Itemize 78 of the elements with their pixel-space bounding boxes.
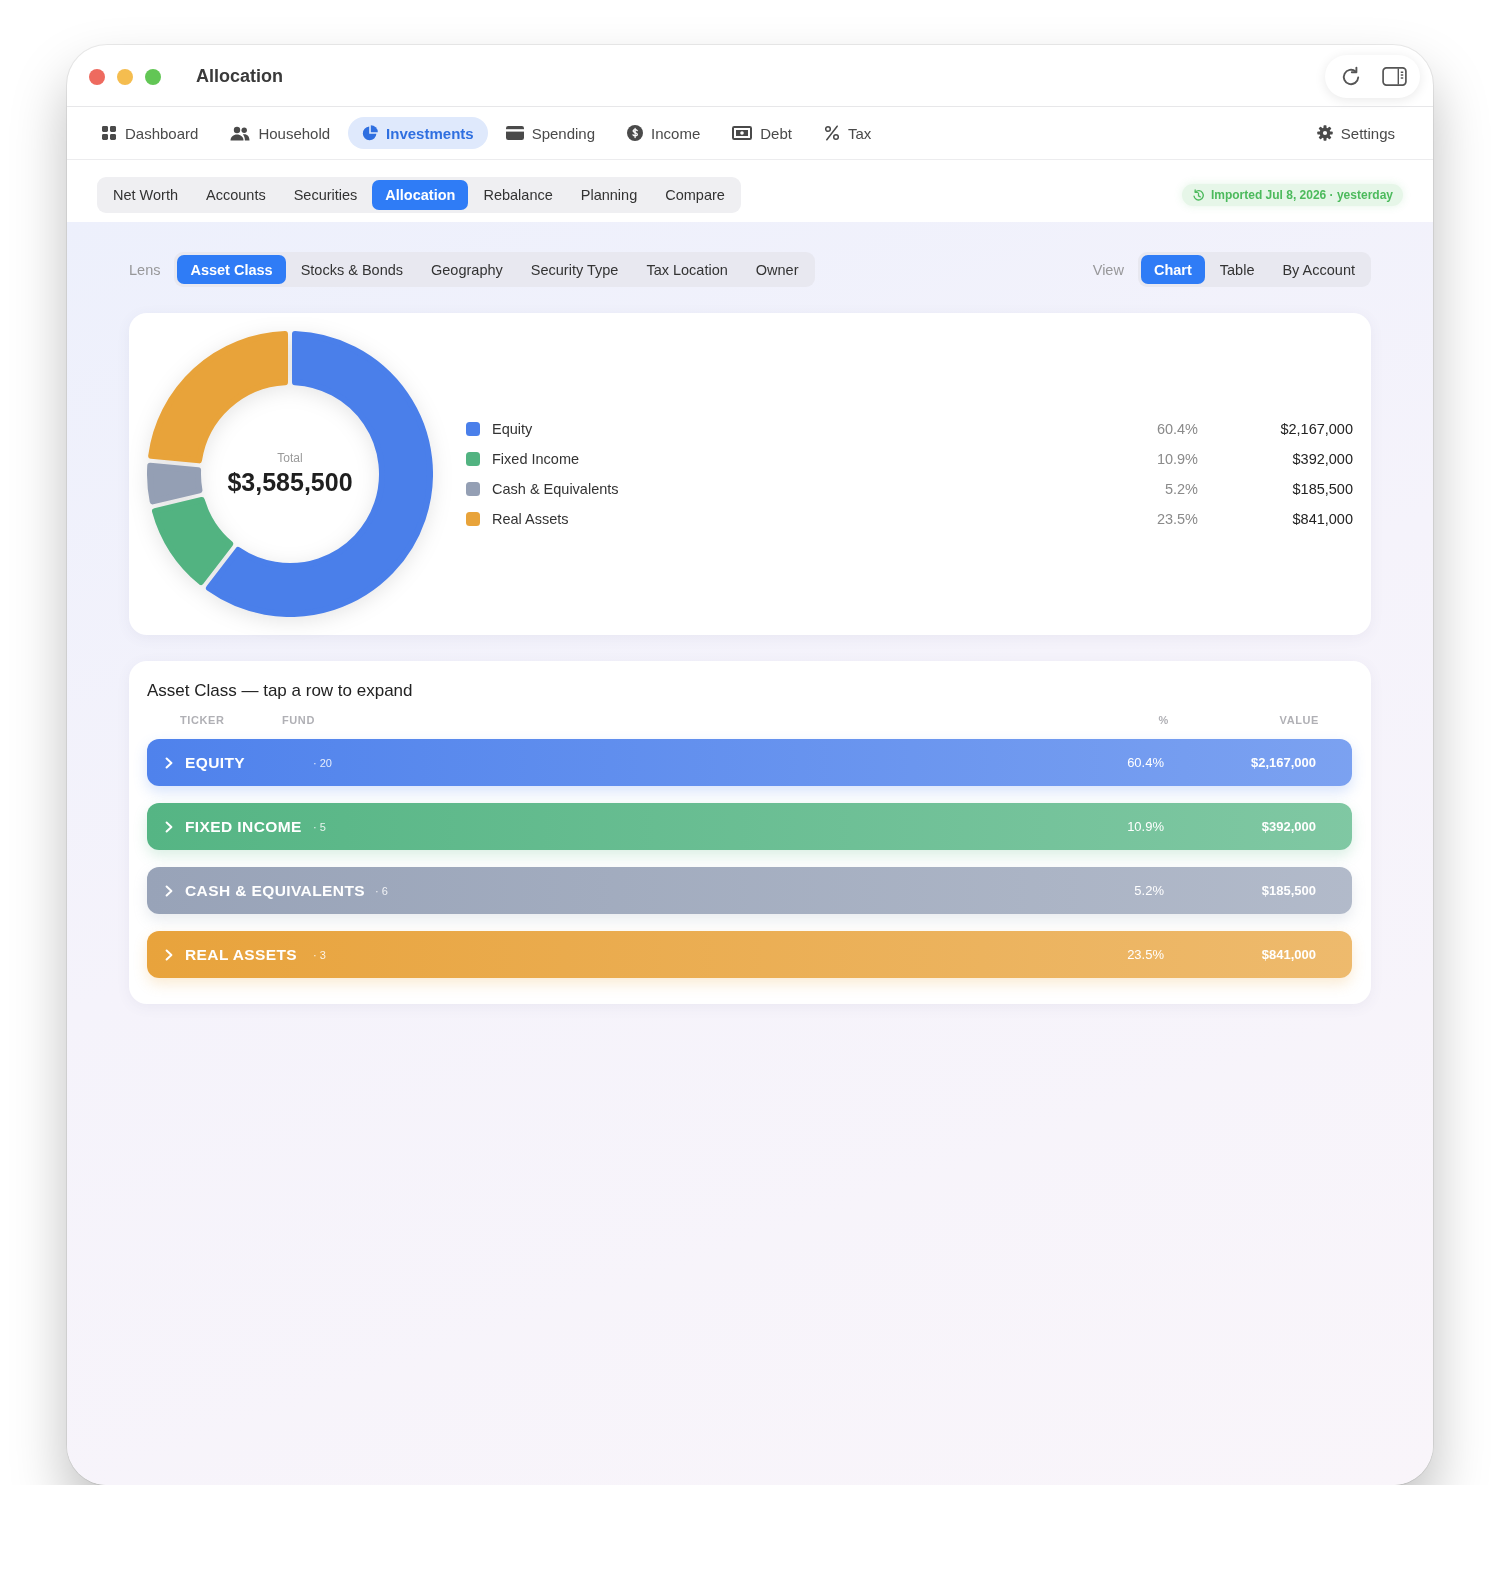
legend-value: $841,000 [1291, 511, 1353, 527]
section-tab[interactable]: Securities [280, 180, 371, 210]
legend-percent: 23.5% [1155, 511, 1198, 527]
row-count: · 6 [375, 884, 388, 897]
lens-tab[interactable]: Security Type [517, 255, 632, 284]
section-tab[interactable]: Allocation [372, 180, 469, 210]
row-count: · 3 [313, 948, 326, 961]
people-icon [230, 125, 251, 141]
history-icon [1191, 188, 1205, 202]
row-label: EQUITY [185, 753, 247, 772]
row-value: $392,000 [1260, 819, 1316, 834]
row-percent: 10.9% [1127, 819, 1164, 834]
section-tab[interactable]: Net Worth [100, 180, 191, 210]
legend-label: Cash & Equivalents [492, 481, 620, 497]
pie-chart-icon [362, 125, 379, 141]
table-title: Asset Class — tap a row to expand [147, 680, 414, 702]
total-value: $3,585,500 [227, 468, 353, 497]
refresh-icon[interactable] [1340, 65, 1362, 88]
lens-tab[interactable]: Stocks & Bonds [287, 255, 417, 284]
legend-value: $185,500 [1291, 481, 1353, 497]
lens-tab[interactable]: Tax Location [633, 255, 741, 284]
nav-tab[interactable]: Tax [809, 117, 886, 149]
legend-value: $2,167,000 [1279, 421, 1353, 437]
section-tab[interactable]: Planning [567, 180, 651, 210]
legend-percent: 60.4% [1155, 421, 1198, 437]
import-status-text: Imported Jul 8, 2026 · yesterday [1210, 188, 1393, 202]
total-label: Total [277, 451, 303, 465]
settings-icon [1316, 125, 1333, 141]
row-percent: 60.4% [1127, 755, 1164, 770]
row-percent: 23.5% [1127, 947, 1164, 962]
row-label: REAL ASSETS [185, 945, 299, 964]
legend-percent: 5.2% [1163, 481, 1198, 497]
asset-class-row[interactable]: EQUITY · 20 60.4% $2,167,000 [147, 739, 1352, 786]
view-label: View [1092, 261, 1124, 278]
row-value: $185,500 [1260, 883, 1316, 898]
nav-tab[interactable]: Debt [718, 117, 806, 149]
row-count: · 20 [313, 756, 332, 769]
section-tab[interactable]: Accounts [193, 180, 279, 210]
legend-value: $392,000 [1291, 451, 1353, 467]
legend-label: Real Assets [492, 511, 570, 527]
credit-card-icon [505, 126, 524, 140]
nav-tab[interactable]: Income [613, 117, 715, 149]
lens-tab[interactable]: Geography [418, 255, 516, 284]
column-header: TICKER [180, 714, 226, 726]
settings-button[interactable]: Settings [1302, 117, 1409, 149]
nav-tab[interactable]: Spending [491, 117, 610, 149]
column-header: % [1158, 714, 1169, 726]
view-tab[interactable]: By Account [1269, 255, 1368, 284]
row-value: $2,167,000 [1249, 755, 1316, 770]
section-tab[interactable]: Rebalance [470, 180, 566, 210]
minimize-window-icon[interactable] [117, 68, 133, 85]
nav-tab[interactable]: Dashboard [87, 117, 213, 149]
row-label: CASH & EQUIVALENTS [185, 881, 365, 900]
legend-percent: 10.9% [1155, 451, 1198, 467]
row-count: · 5 [313, 820, 326, 833]
zoom-window-icon[interactable] [145, 68, 161, 85]
column-header: VALUE [1278, 714, 1319, 726]
lens-tab[interactable]: Owner [742, 255, 812, 284]
window-title: Allocation [196, 66, 284, 87]
view-tab[interactable]: Chart [1140, 255, 1205, 284]
lens-label: Lens [129, 261, 161, 278]
column-header: FUND [282, 714, 315, 726]
nav-tab[interactable]: Investments [348, 117, 488, 149]
nav-tab[interactable]: Household [216, 117, 345, 149]
view-tab[interactable]: Table [1206, 255, 1268, 284]
banknote-icon [732, 126, 753, 140]
grid-icon [101, 125, 117, 141]
sidebar-toggle-icon[interactable] [1382, 67, 1407, 86]
lens-tab[interactable]: Asset Class [177, 255, 286, 284]
row-percent: 5.2% [1134, 883, 1164, 898]
row-value: $841,000 [1260, 947, 1316, 962]
close-window-icon[interactable] [89, 68, 105, 85]
percent-icon [823, 125, 840, 141]
legend-label: Equity [492, 421, 534, 437]
section-tab[interactable]: Compare [652, 180, 738, 210]
dollar-coin-icon [627, 125, 644, 141]
row-label: FIXED INCOME [185, 817, 303, 836]
legend-label: Fixed Income [492, 451, 581, 467]
